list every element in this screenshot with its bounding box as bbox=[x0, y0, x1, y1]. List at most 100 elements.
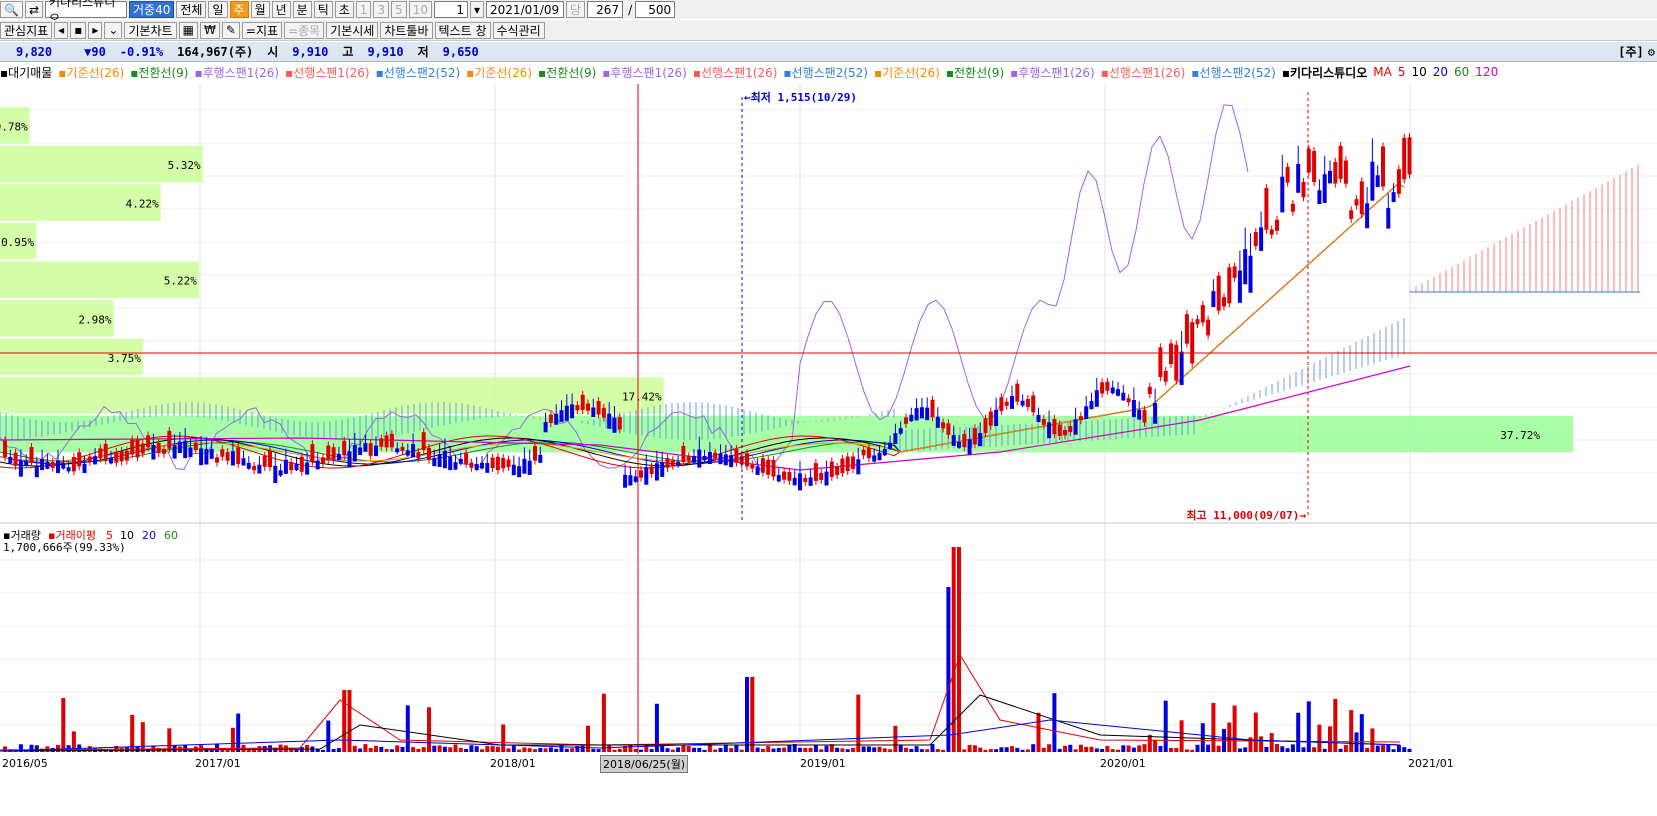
candle-body bbox=[734, 449, 739, 463]
candle-body bbox=[400, 446, 405, 451]
volume-bar bbox=[692, 747, 696, 752]
candle-body bbox=[294, 463, 299, 471]
volume-bar bbox=[591, 748, 596, 752]
candle-body bbox=[109, 457, 113, 464]
volume-bar bbox=[490, 746, 495, 752]
candle-body bbox=[1396, 169, 1401, 194]
candle-body bbox=[1184, 314, 1189, 344]
volume-bar bbox=[1306, 701, 1311, 752]
volume-profile-label: 0.78% bbox=[0, 120, 28, 133]
candle-body bbox=[919, 407, 924, 419]
candle-body bbox=[554, 413, 559, 425]
volume-bar bbox=[723, 744, 728, 752]
volume-bar bbox=[607, 745, 612, 752]
candle-body bbox=[866, 447, 871, 459]
volume-profile-label: 5.32% bbox=[168, 159, 201, 172]
volume-bar bbox=[1137, 745, 1142, 752]
candle-body bbox=[395, 448, 400, 453]
candle-body bbox=[474, 463, 479, 470]
candle-body bbox=[416, 452, 421, 459]
candle-body bbox=[575, 405, 580, 411]
candle-body bbox=[813, 463, 818, 481]
volume-bar bbox=[1269, 733, 1274, 752]
candle-body bbox=[1078, 416, 1083, 421]
volume-bar bbox=[787, 745, 792, 752]
volume-bar bbox=[914, 746, 919, 752]
volume-bar bbox=[1142, 744, 1147, 752]
volume-bar bbox=[405, 705, 410, 752]
candle-body bbox=[586, 403, 590, 411]
candle-body bbox=[1275, 219, 1279, 231]
candle-body bbox=[1047, 422, 1052, 439]
candle-body bbox=[803, 477, 808, 482]
candle-body bbox=[882, 448, 887, 456]
volume-bar bbox=[665, 748, 670, 752]
volume-bar bbox=[1386, 744, 1391, 752]
candle-body bbox=[151, 445, 156, 460]
volume-bar bbox=[580, 745, 585, 752]
candle-body bbox=[283, 459, 288, 474]
candle-body bbox=[246, 462, 251, 469]
candle-body bbox=[1216, 275, 1221, 311]
volume-bar bbox=[888, 749, 893, 752]
candle-body bbox=[1301, 182, 1306, 198]
candle-body bbox=[268, 450, 272, 468]
volume-bar bbox=[1275, 744, 1279, 752]
candle-body bbox=[1200, 304, 1205, 323]
volume-bar bbox=[1169, 747, 1173, 752]
volume-bar bbox=[1031, 744, 1036, 752]
candle-body bbox=[363, 442, 368, 452]
volume-bar bbox=[1402, 747, 1407, 752]
candle-body bbox=[660, 462, 665, 477]
volume-bar bbox=[1179, 720, 1184, 752]
volume-avg-period: 20 bbox=[142, 529, 156, 542]
candle-body bbox=[851, 456, 855, 469]
volume-bar bbox=[368, 748, 373, 752]
volume-bar bbox=[1391, 749, 1396, 752]
volume-bar bbox=[1216, 745, 1221, 752]
volume-bar bbox=[601, 693, 606, 752]
volume-bar bbox=[1126, 745, 1131, 752]
candle-body bbox=[140, 443, 145, 454]
volume-bar bbox=[1105, 746, 1110, 752]
volume-bar bbox=[840, 748, 845, 752]
candle-body bbox=[1211, 291, 1216, 308]
candle-body bbox=[978, 432, 983, 447]
candle-body bbox=[999, 397, 1004, 412]
candle-body bbox=[776, 475, 781, 482]
candle-body bbox=[1179, 351, 1184, 385]
volume-bar bbox=[326, 720, 331, 752]
volume-bar bbox=[448, 747, 453, 752]
candle-body bbox=[649, 466, 654, 474]
volume-bar bbox=[1068, 744, 1073, 752]
volume-bar bbox=[1195, 744, 1200, 752]
volume-bar bbox=[1285, 748, 1290, 752]
volume-bar bbox=[872, 747, 877, 752]
price-chart[interactable]: 0.78% 5.32% 4.22% 0.95% 5.22% 2.98% 3.75% 17.42… bbox=[0, 0, 1657, 754]
volume-bar bbox=[1370, 728, 1375, 752]
candle-body bbox=[405, 450, 410, 456]
candle-body bbox=[50, 461, 55, 468]
volume-bar bbox=[1349, 710, 1354, 752]
volume-bar bbox=[707, 745, 712, 752]
volume-bar bbox=[1206, 744, 1211, 752]
candle-body bbox=[305, 462, 310, 475]
volume-profile-label: 5.22% bbox=[164, 275, 197, 288]
volume-bar bbox=[596, 749, 601, 752]
candle-body bbox=[644, 467, 649, 485]
volume-bar bbox=[930, 744, 935, 752]
volume-bar bbox=[1237, 748, 1242, 752]
candle-body bbox=[1375, 175, 1380, 188]
candle-body bbox=[321, 457, 325, 464]
candle-body bbox=[1312, 150, 1317, 183]
candle-body bbox=[230, 451, 235, 466]
candle-body bbox=[718, 453, 723, 465]
volume-bar bbox=[766, 746, 771, 752]
candle-body bbox=[1359, 181, 1364, 215]
crosshair-date-label: 2018/06/25(월) bbox=[600, 755, 689, 773]
volume-bar bbox=[305, 745, 310, 752]
candle-body bbox=[665, 458, 670, 468]
candle-body bbox=[1237, 270, 1242, 303]
volume-bar bbox=[442, 746, 447, 752]
candle-body bbox=[914, 408, 919, 421]
